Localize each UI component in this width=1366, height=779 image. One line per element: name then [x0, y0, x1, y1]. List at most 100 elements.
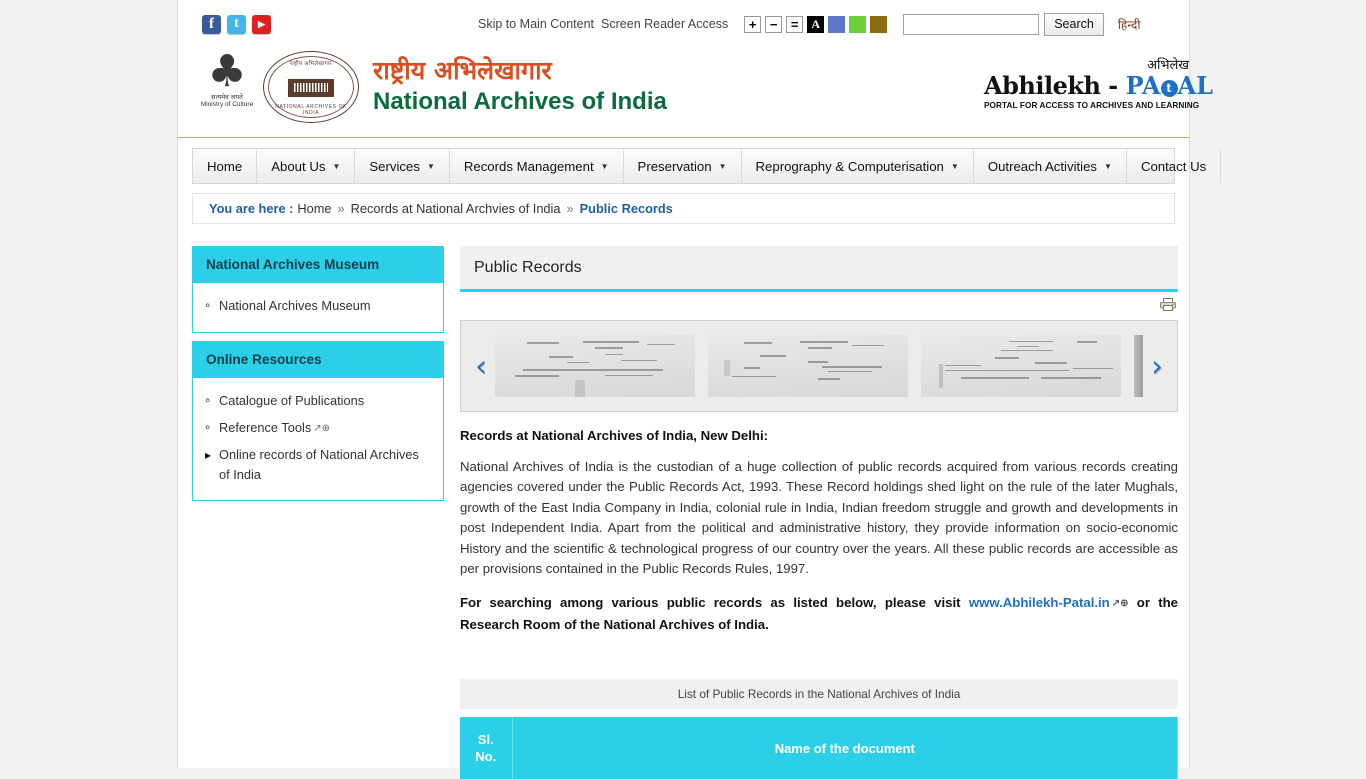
search-button[interactable]: Search [1044, 12, 1104, 36]
menu-item-about-us[interactable]: About Us ▼ [257, 149, 356, 183]
menu-item-services[interactable]: Services ▼ [355, 149, 450, 183]
patal-t-circle-icon: t [1160, 80, 1178, 97]
menu-label: Services [369, 158, 420, 174]
records-lead-heading: Records at National Archives of India, N… [460, 428, 769, 443]
page-title: Public Records [474, 259, 582, 276]
ministry-label: Ministry of Culture [200, 101, 254, 108]
font-increase-button[interactable]: + [744, 15, 762, 33]
carousel-slide-1[interactable] [495, 335, 695, 397]
menu-item-records-management[interactable]: Records Management ▼ [450, 149, 624, 183]
seal-top-text: राष्ट्रीय अभिलेखागार [290, 61, 332, 67]
public-records-table: Sl. No. Name of the document [460, 717, 1178, 779]
patal-abhilekh-text: Abhilekh [984, 71, 1101, 100]
chevron-down-icon: ▼ [600, 161, 609, 171]
bullet-triangle-icon [205, 445, 219, 466]
breadcrumb-current: Public Records [579, 201, 673, 216]
facebook-icon[interactable]: f [202, 14, 221, 34]
sidebar-item-label: Reference Tools [219, 420, 312, 435]
breadcrumb-parent-link[interactable]: Records at National Archvies of India [351, 201, 561, 216]
patal-tagline: PORTAL FOR ACCESS TO ARCHIVES AND LEARNI… [984, 101, 1200, 110]
nai-seal-icon: राष्ट्रीय अभिलेखागार NATIONAL ARCHIVES O… [263, 51, 359, 123]
page-title-bar: Public Records [460, 246, 1178, 292]
carousel-slide-3[interactable] [921, 335, 1121, 397]
carousel-next-button[interactable]: › [1143, 351, 1171, 381]
chevron-down-icon: ▼ [718, 161, 727, 171]
table-header-name: Name of the document [512, 717, 1178, 779]
bullet-ring-icon [205, 418, 219, 439]
bullet-ring-icon [205, 391, 219, 412]
search-input[interactable] [903, 13, 1040, 35]
sidebar-item-national-archives-museum[interactable]: National Archives Museum [205, 293, 431, 320]
accessibility-controls: Skip to Main Content Screen Reader Acces… [478, 0, 1140, 48]
sidebar-panel-title: Online Resources [192, 341, 444, 378]
social-links: f t ▶ [202, 14, 271, 34]
menu-item-home[interactable]: Home [193, 149, 258, 183]
menu-label: About Us [271, 158, 326, 174]
breadcrumb-home-link[interactable]: Home [297, 201, 331, 216]
ashoka-pillar-glyph: ♣ [207, 46, 247, 97]
sl-line-1: Sl. [477, 732, 494, 748]
image-carousel: ‹ › [460, 320, 1178, 412]
menu-item-reprography-computerisation[interactable]: Reprography & Computerisation ▼ [742, 149, 974, 183]
paragraph-2-text-before: For searching among various public recor… [460, 595, 969, 611]
chevron-down-icon: ▼ [426, 161, 435, 171]
carousel-slides [495, 335, 1143, 397]
bullet-ring-icon [205, 296, 219, 317]
site-title-english: National Archives of India [373, 88, 667, 115]
external-link-icon: ↗⊕ [1111, 598, 1129, 610]
sidebar-panel-body: National Archives Museum [192, 283, 444, 333]
chevron-down-icon: ▼ [332, 161, 341, 171]
sidebar-item-reference-tools[interactable]: Reference Tools↗⊕ [205, 415, 431, 442]
font-decrease-button[interactable]: − [765, 15, 783, 33]
screen-reader-access-link[interactable]: Screen Reader Access [601, 17, 728, 31]
records-paragraph-1: National Archives of India is the custod… [460, 459, 1178, 577]
theme-blue-swatch[interactable] [828, 15, 846, 33]
sidebar-item-online-records[interactable]: Online records of National Archives of I… [205, 442, 431, 488]
theme-green-swatch[interactable] [849, 15, 867, 33]
sidebar: National Archives Museum National Archiv… [192, 246, 444, 509]
menu-item-outreach-activities[interactable]: Outreach Activities ▼ [974, 149, 1127, 183]
table-header-row: Sl. No. Name of the document [460, 717, 1178, 779]
emblem-motto: सत्यमेव जयते [211, 94, 243, 101]
theme-gold-swatch[interactable] [870, 15, 888, 33]
carousel-slide-2[interactable] [708, 335, 908, 397]
hindi-language-link[interactable]: हिन्दी [1118, 16, 1141, 33]
records-paragraph-2: For searching among various public recor… [460, 593, 1178, 635]
site-title-hindi: राष्ट्रीय अभिलेखागार [373, 56, 552, 85]
external-link-icon: ↗⊕ [313, 423, 331, 434]
patal-pa-text: PA [1125, 71, 1161, 100]
menu-label: Outreach Activities [987, 158, 1098, 174]
contrast-dark-button[interactable]: A [807, 15, 825, 33]
breadcrumb-lead: You are here : [209, 201, 294, 216]
carousel-slide-4-partial[interactable] [1134, 335, 1143, 397]
site-header: ♣ सत्यमेव जयते Ministry of Culture राष्ट… [178, 46, 1213, 138]
carousel-prev-button[interactable]: ‹ [467, 351, 495, 381]
sidebar-item-label: National Archives Museum [219, 298, 371, 313]
printer-icon[interactable] [1160, 298, 1176, 311]
menu-item-preservation[interactable]: Preservation ▼ [624, 149, 742, 183]
abhilekh-patal-logo[interactable]: अभिलेख Abhilekh - PA t AL PORTAL FOR ACCES… [984, 58, 1213, 111]
print-row [460, 292, 1178, 320]
content-columns: National Archives Museum National Archiv… [192, 246, 1178, 779]
abhilekh-patal-link[interactable]: www.Abhilekh-Patal.in [969, 595, 1110, 610]
font-normal-button[interactable]: = [786, 15, 804, 33]
menu-label: Records Management [463, 158, 594, 174]
skip-to-main-content-link[interactable]: Skip to Main Content [478, 17, 594, 31]
twitter-icon[interactable]: t [227, 14, 246, 34]
youtube-icon[interactable]: ▶ [252, 14, 271, 34]
menu-label: Reprography & Computerisation [755, 158, 944, 174]
menu-label: Preservation [637, 158, 712, 174]
menu-item-contact-us[interactable]: Contact Us [1127, 149, 1222, 183]
sidebar-panel-online-resources: Online Resources Catalogue of Publicatio… [192, 341, 444, 501]
sidebar-panel-body: Catalogue of Publications Reference Tool… [192, 378, 444, 501]
main-navigation: Home About Us ▼ Services ▼ Records Manag… [192, 148, 1222, 184]
sidebar-item-catalogue-of-publications[interactable]: Catalogue of Publications [205, 388, 431, 415]
menu-label: Contact Us [1140, 158, 1207, 174]
records-table-caption: List of Public Records in the National A… [460, 679, 1178, 710]
national-emblem-icon: ♣ सत्यमेव जयते Ministry of Culture [196, 46, 258, 109]
main-content: Public Records ‹ › Records at National A… [460, 246, 1178, 779]
patal-al-text: AL [1177, 71, 1214, 100]
site-title-block: राष्ट्रीय अभिलेखागार National Archives o… [373, 56, 667, 117]
menu-label: Home [207, 158, 243, 174]
sl-line-2: No. [475, 749, 497, 765]
